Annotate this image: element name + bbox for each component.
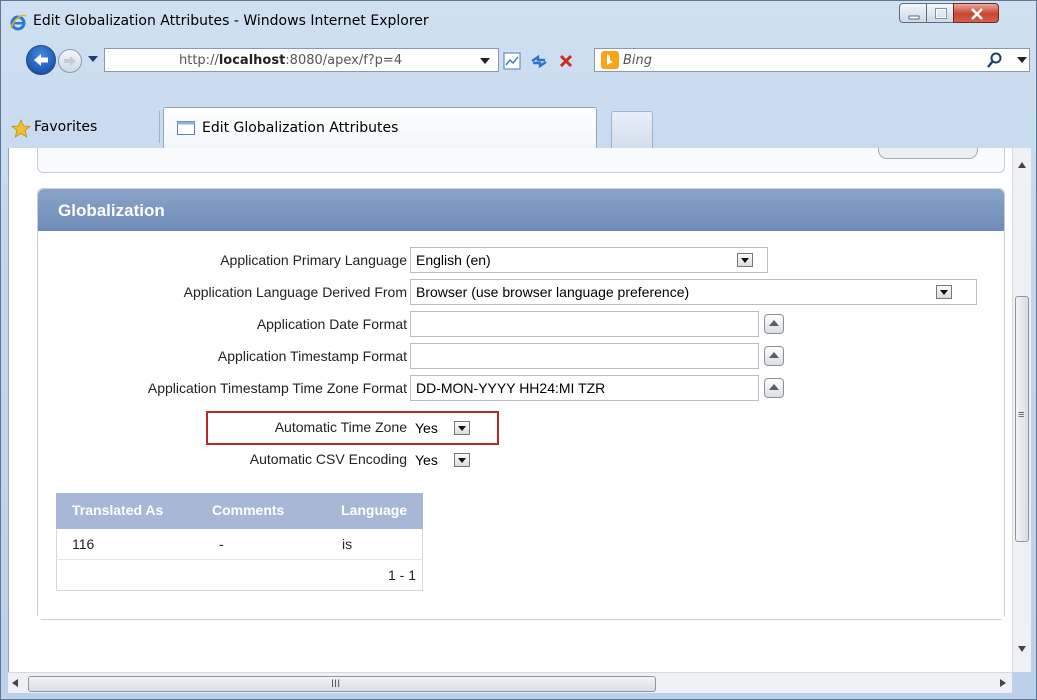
- region-header: Globalization: [38, 189, 1004, 231]
- minimize-button[interactable]: [899, 3, 927, 23]
- timestamp-format-picker-button[interactable]: [764, 346, 784, 366]
- column-header-language[interactable]: Language: [341, 502, 407, 518]
- chevron-down-icon: [454, 421, 470, 435]
- search-field[interactable]: Bing: [594, 48, 1030, 72]
- address-dropdown-icon[interactable]: [480, 58, 490, 66]
- table-footer: 1 - 1: [56, 560, 423, 591]
- timestamp-format-input[interactable]: [410, 343, 759, 369]
- tab-label: Edit Globalization Attributes: [202, 120, 399, 136]
- horizontal-scroll-thumb[interactable]: III: [28, 676, 656, 692]
- language-derived-from-label: Application Language Derived From: [183, 284, 407, 300]
- cell-translated-as: 116: [72, 536, 95, 552]
- primary-language-select[interactable]: English (en): [410, 247, 768, 273]
- table-row: 116 - is: [56, 529, 423, 560]
- back-arrow-icon: [34, 54, 48, 66]
- scroll-right-arrow-icon[interactable]: [1000, 679, 1006, 687]
- close-button[interactable]: [953, 3, 999, 23]
- internet-explorer-icon: [10, 14, 27, 31]
- navigation-bar: http://localhost:8080/apex/f?p=4 Bing: [1, 41, 1036, 79]
- search-icon[interactable]: [987, 52, 1003, 68]
- maximize-button[interactable]: [926, 3, 954, 23]
- favorites-button[interactable]: Favorites: [34, 119, 97, 135]
- previous-region-button[interactable]: [878, 148, 978, 159]
- page-icon: [177, 121, 195, 135]
- date-format-label: Application Date Format: [256, 316, 407, 332]
- primary-language-label: Application Primary Language: [220, 252, 407, 268]
- minimize-icon: [908, 15, 920, 20]
- grip-icon: ≡: [1018, 409, 1025, 421]
- maximize-icon: [935, 8, 947, 19]
- vertical-scroll-thumb[interactable]: ≡: [1015, 296, 1029, 542]
- page-content: Globalization Application Primary Langua…: [8, 148, 1012, 672]
- timestamp-tz-format-label: Application Timestamp Time Zone Format: [147, 380, 407, 396]
- automatic-time-zone-select[interactable]: Yes: [410, 415, 479, 441]
- stop-icon[interactable]: [555, 50, 577, 72]
- timestamp-tz-format-input[interactable]: DD-MON-YYYY HH24:MI TZR: [410, 375, 759, 401]
- compatibility-view-icon[interactable]: [501, 50, 523, 72]
- divider: [159, 111, 160, 143]
- timestamp-format-label: Application Timestamp Format: [217, 348, 407, 364]
- favorites-star-icon: [11, 119, 31, 138]
- scroll-left-arrow-icon[interactable]: [12, 679, 18, 687]
- automatic-csv-encoding-label: Automatic CSV Encoding: [249, 451, 407, 467]
- refresh-icon[interactable]: [528, 50, 550, 72]
- chevron-down-icon: [936, 285, 952, 299]
- new-tab-button[interactable]: [611, 111, 653, 149]
- back-button[interactable]: [26, 45, 56, 75]
- previous-region-bottom: [37, 148, 1005, 173]
- close-icon: [971, 8, 983, 20]
- date-format-input[interactable]: [410, 311, 759, 337]
- automatic-time-zone-label: Automatic Time Zone: [274, 419, 407, 435]
- search-dropdown-icon[interactable]: [1017, 57, 1027, 65]
- automatic-csv-encoding-select[interactable]: Yes: [410, 447, 479, 473]
- search-placeholder: Bing: [623, 53, 653, 68]
- pagination-text: 1 - 1: [387, 567, 416, 583]
- cell-language: is: [342, 536, 353, 552]
- title-bar: Edit Globalization Attributes - Windows …: [1, 1, 1036, 41]
- timestamp-tz-format-picker-button[interactable]: [764, 378, 784, 398]
- forward-button[interactable]: [58, 49, 82, 73]
- horizontal-scrollbar[interactable]: III: [8, 672, 1012, 693]
- date-format-picker-button[interactable]: [764, 314, 784, 334]
- address-field[interactable]: http://localhost:8080/apex/f?p=4: [104, 48, 499, 72]
- region-title: Globalization: [58, 201, 165, 220]
- address-url: http://localhost:8080/apex/f?p=4: [179, 53, 403, 68]
- window-title: Edit Globalization Attributes - Windows …: [33, 13, 429, 29]
- cell-comments: -: [219, 536, 224, 552]
- scroll-up-arrow-icon[interactable]: [1018, 162, 1026, 168]
- column-header-comments[interactable]: Comments: [212, 502, 284, 518]
- tab-edit-globalization-attributes[interactable]: Edit Globalization Attributes: [163, 107, 597, 149]
- scroll-down-arrow-icon[interactable]: [1018, 646, 1026, 652]
- chevron-down-icon: [737, 253, 753, 267]
- bing-logo-icon: [601, 51, 619, 69]
- grip-icon: III: [331, 678, 341, 690]
- chevron-down-icon: [454, 453, 470, 467]
- column-header-translated-as[interactable]: Translated As: [72, 502, 163, 518]
- language-derived-from-select[interactable]: Browser (use browser language preference…: [410, 279, 977, 305]
- vertical-scrollbar[interactable]: ≡: [1012, 148, 1031, 672]
- table-header: Translated As Comments Language: [56, 493, 423, 529]
- forward-arrow-icon: [64, 56, 76, 66]
- recent-pages-dropdown-icon[interactable]: [88, 56, 98, 64]
